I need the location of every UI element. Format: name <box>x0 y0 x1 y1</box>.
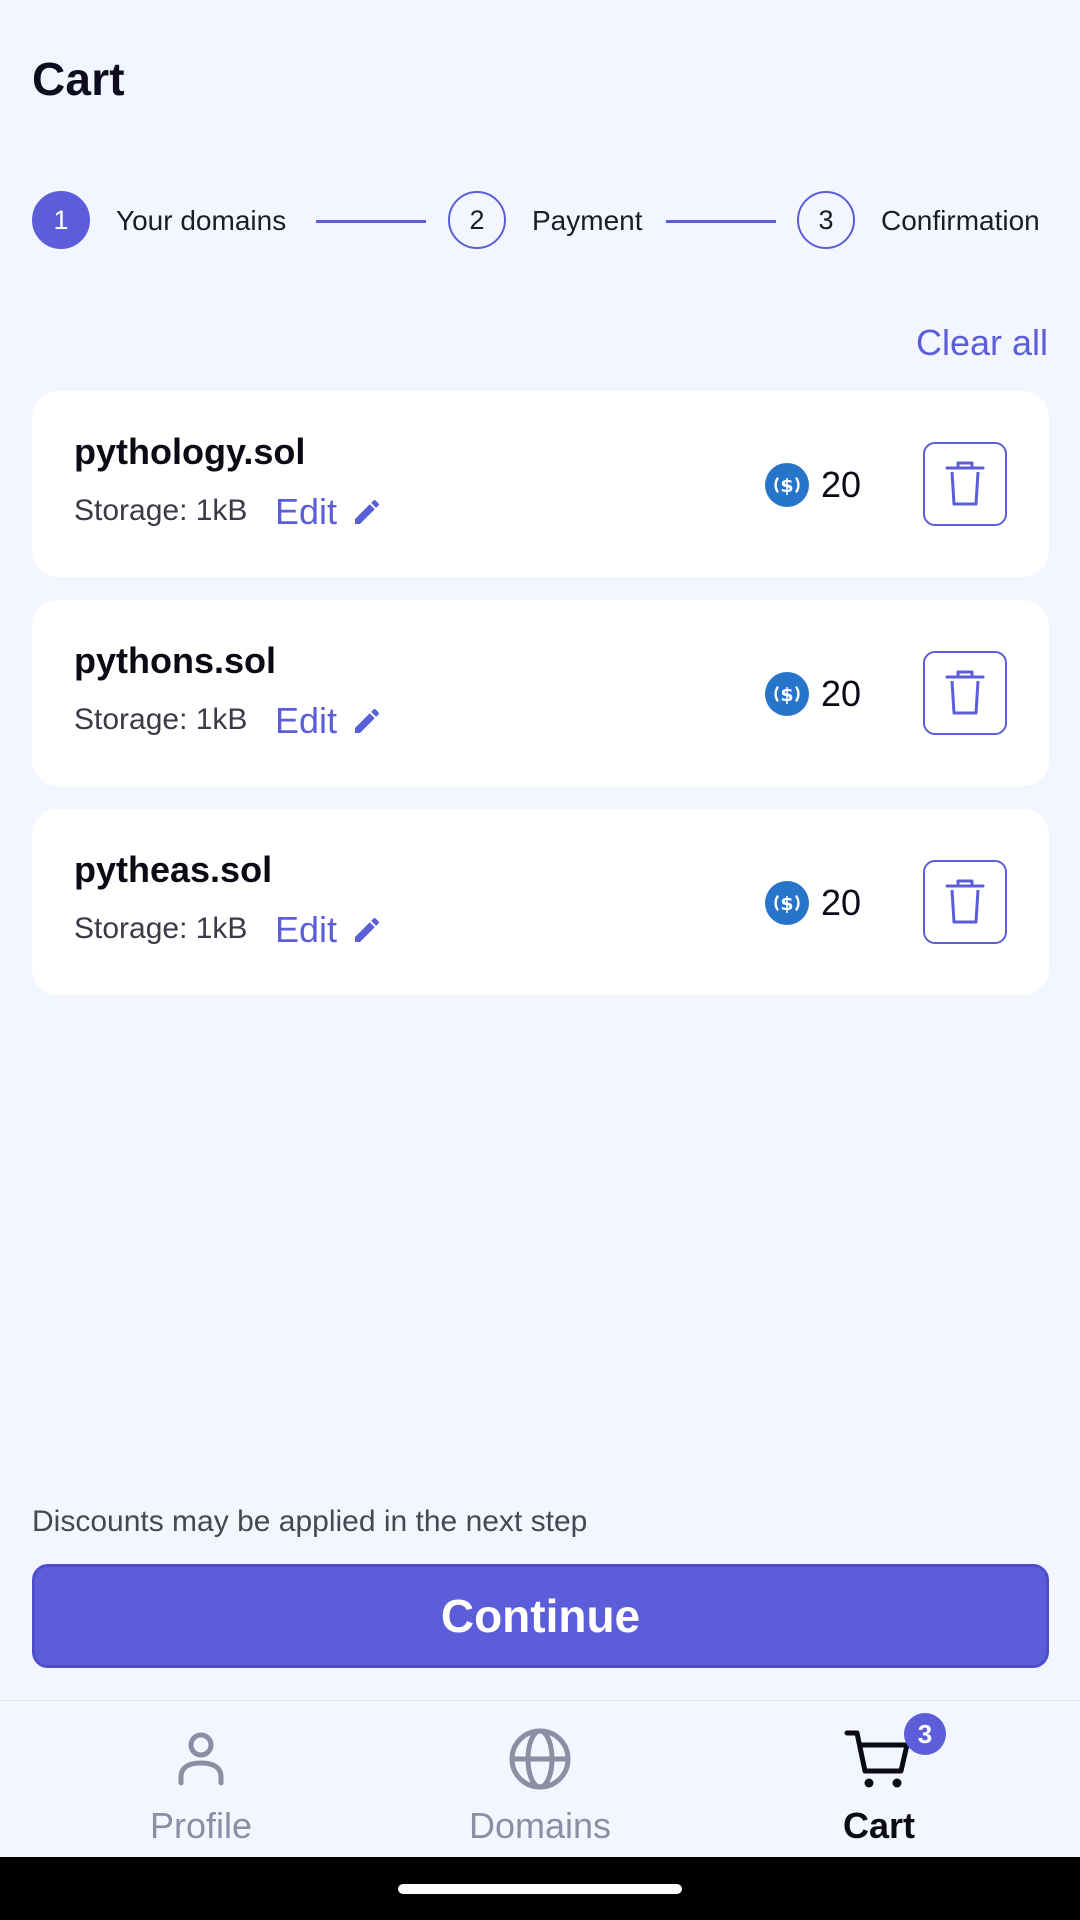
domain-name: pythology.sol <box>74 431 306 472</box>
domain-name: pytheas.sol <box>74 849 273 890</box>
svg-text:$: $ <box>780 893 793 915</box>
svg-text:$: $ <box>780 475 793 497</box>
edit-storage-button[interactable]: Edit <box>275 491 383 533</box>
edit-label: Edit <box>275 491 338 532</box>
checkout-stepper: 1 Your domains 2 Payment 3 Confirmation <box>32 191 1048 253</box>
cart-item: pytheas.sol Storage: 1kB Edit $ 20 <box>32 809 1049 995</box>
step-2-indicator: 2 <box>448 191 506 249</box>
edit-label: Edit <box>275 700 338 741</box>
edit-storage-button[interactable]: Edit <box>275 909 383 951</box>
trash-icon <box>945 461 985 506</box>
discount-note: Discounts may be applied in the next ste… <box>32 1505 588 1538</box>
step-1-indicator: 1 <box>32 191 90 249</box>
step-3-label: Confirmation <box>881 205 1040 236</box>
price-value: 20 <box>821 882 862 923</box>
svg-text:$: $ <box>780 684 793 706</box>
cart-item: pythology.sol Storage: 1kB Edit $ 20 <box>32 391 1049 577</box>
nav-item-cart[interactable]: 3 Cart <box>779 1701 979 1858</box>
system-navigation-bar <box>0 1857 1080 1920</box>
usdc-icon: $ <box>765 672 809 716</box>
edit-label: Edit <box>275 909 338 950</box>
step-3-indicator: 3 <box>797 191 855 249</box>
cart-item: pythons.sol Storage: 1kB Edit $ 20 <box>32 600 1049 786</box>
pencil-icon <box>355 499 380 524</box>
step-2-label: Payment <box>532 205 643 236</box>
price-value: 20 <box>821 673 862 714</box>
nav-label-cart: Cart <box>842 1805 916 1846</box>
step-connector-2 <box>666 220 776 223</box>
continue-button[interactable]: Continue <box>32 1564 1049 1668</box>
page-title: Cart <box>32 53 125 105</box>
pencil-icon <box>355 708 380 733</box>
clear-all-button[interactable]: Clear all <box>916 322 1048 364</box>
person-icon <box>178 1732 224 1786</box>
nav-label-profile: Profile <box>149 1805 253 1846</box>
usdc-icon: $ <box>765 881 809 925</box>
price-value: 20 <box>821 464 862 505</box>
price: $ 20 <box>765 881 861 925</box>
cart-count-badge: 3 <box>904 1713 946 1755</box>
pencil-icon <box>355 917 380 942</box>
nav-item-profile[interactable]: Profile <box>101 1701 301 1858</box>
step-connector-1 <box>316 220 426 223</box>
storage-size: Storage: 1kB <box>74 703 248 736</box>
home-indicator[interactable] <box>398 1884 682 1894</box>
nav-label-domains: Domains <box>468 1805 612 1846</box>
trash-icon <box>945 670 985 715</box>
usdc-icon: $ <box>765 463 809 507</box>
edit-storage-button[interactable]: Edit <box>275 700 383 742</box>
price: $ 20 <box>765 463 861 507</box>
globe-icon <box>509 1728 571 1790</box>
storage-size: Storage: 1kB <box>74 494 248 527</box>
delete-item-button[interactable] <box>923 860 1007 944</box>
bottom-navigation: Profile Domains 3 Cart <box>0 1700 1080 1858</box>
step-1-label: Your domains <box>116 205 287 236</box>
delete-item-button[interactable] <box>923 442 1007 526</box>
trash-icon <box>945 879 985 924</box>
nav-item-domains[interactable]: Domains <box>440 1701 640 1858</box>
storage-size: Storage: 1kB <box>74 912 248 945</box>
price: $ 20 <box>765 672 861 716</box>
domain-name: pythons.sol <box>74 640 277 681</box>
delete-item-button[interactable] <box>923 651 1007 735</box>
